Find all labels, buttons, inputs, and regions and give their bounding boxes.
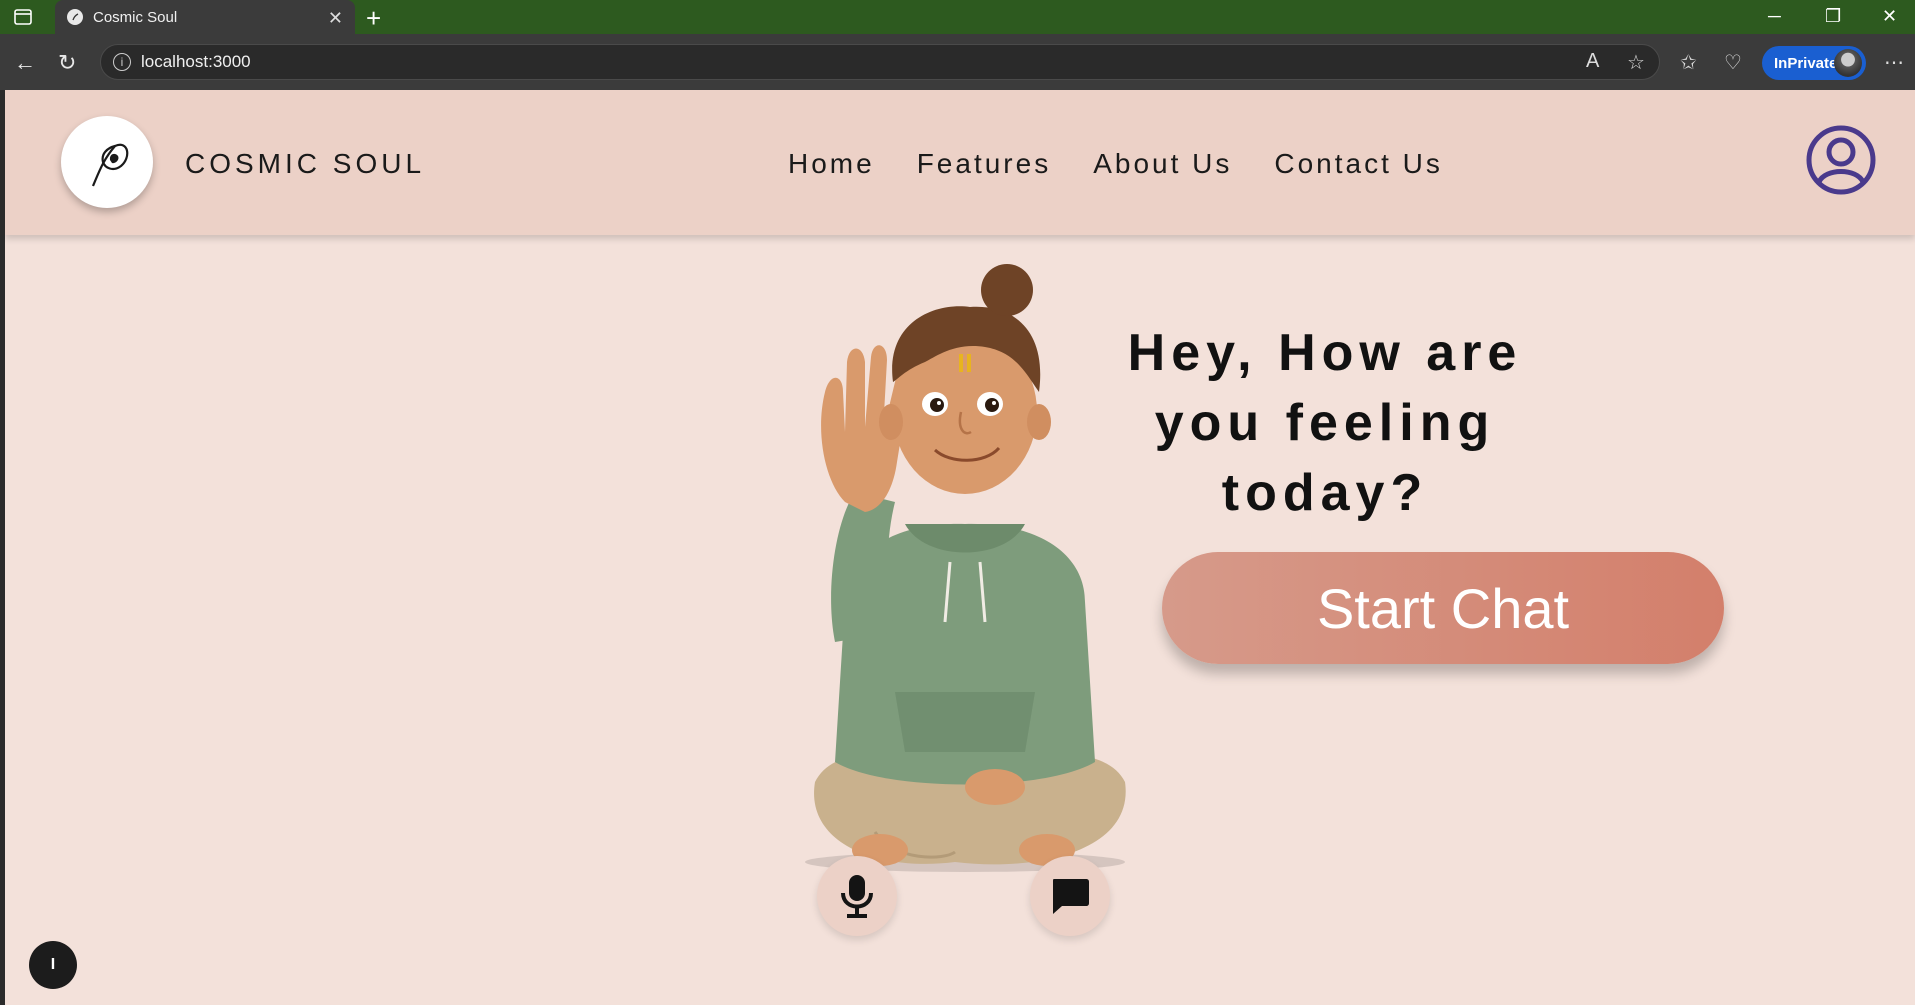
nav-home[interactable]: Home bbox=[788, 148, 875, 180]
avatar bbox=[1834, 49, 1862, 77]
chat-button[interactable] bbox=[1030, 856, 1110, 936]
user-circle-icon[interactable] bbox=[1805, 124, 1877, 196]
site-header: COSMIC SOUL Home Features About Us Conta… bbox=[5, 90, 1915, 235]
health-icon[interactable]: ♡ bbox=[1724, 50, 1742, 75]
back-icon[interactable]: ← bbox=[14, 50, 36, 76]
nav-features[interactable]: Features bbox=[917, 148, 1052, 180]
tab-favicon-icon bbox=[67, 9, 83, 25]
nav-about-us[interactable]: About Us bbox=[1093, 148, 1232, 180]
minimize-icon[interactable]: ─ bbox=[1768, 6, 1781, 27]
browser-tab-bar: Cosmic Soul ✕ + ─ ❐ ✕ bbox=[0, 0, 1915, 34]
greeting-heading: Hey, How are you feeling today? bbox=[1127, 324, 1523, 522]
tab-close-icon[interactable]: ✕ bbox=[328, 8, 343, 29]
tab-actions-icon[interactable] bbox=[14, 8, 32, 26]
floating-help-badge[interactable]: I bbox=[29, 941, 77, 989]
microphone-button[interactable] bbox=[817, 856, 897, 936]
site-info-icon[interactable]: i bbox=[113, 53, 131, 71]
main-nav: Home Features About Us Contact Us bbox=[788, 148, 1443, 180]
new-tab-icon[interactable]: + bbox=[366, 3, 381, 34]
inprivate-badge[interactable]: InPrivate bbox=[1762, 46, 1866, 80]
tab-title: Cosmic Soul bbox=[93, 8, 178, 26]
url-text: localhost:3000 bbox=[141, 52, 251, 71]
favorites-icon[interactable]: ✩ bbox=[1680, 50, 1697, 75]
window-close-icon[interactable]: ✕ bbox=[1882, 6, 1897, 27]
nav-contact-us[interactable]: Contact Us bbox=[1274, 148, 1443, 180]
inprivate-label: InPrivate bbox=[1774, 54, 1838, 72]
start-chat-button[interactable]: Start Chat bbox=[1162, 552, 1724, 664]
chat-bubble-icon bbox=[1053, 879, 1089, 914]
page-viewport: COSMIC SOUL Home Features About Us Conta… bbox=[5, 90, 1915, 1005]
waving-character-illustration bbox=[805, 264, 1126, 872]
favorite-star-icon[interactable]: ☆ bbox=[1627, 50, 1645, 75]
address-toolbar: ← ↻ i localhost:3000 A ☆ ✩ ♡ InPrivate ⋯ bbox=[0, 34, 1915, 90]
address-bar[interactable]: i localhost:3000 bbox=[100, 44, 1660, 80]
microphone-icon bbox=[841, 875, 873, 918]
more-menu-icon[interactable]: ⋯ bbox=[1884, 50, 1904, 75]
restore-icon[interactable]: ❐ bbox=[1825, 6, 1841, 27]
peacock-feather-icon[interactable] bbox=[61, 116, 153, 208]
brand-name: COSMIC SOUL bbox=[185, 148, 426, 179]
read-aloud-icon[interactable]: A bbox=[1586, 50, 1599, 73]
browser-tab[interactable]: Cosmic Soul ✕ bbox=[55, 0, 355, 34]
refresh-icon[interactable]: ↻ bbox=[58, 50, 76, 76]
